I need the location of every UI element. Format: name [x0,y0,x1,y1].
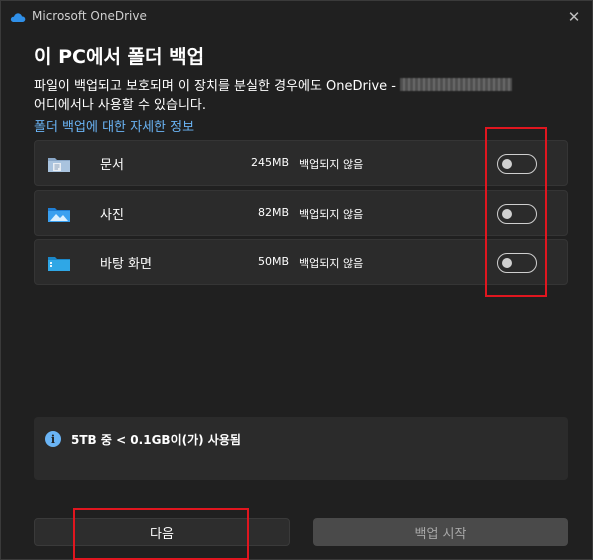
folder-row-documents: 문서 245MB 백업되지 않음 [34,140,568,186]
learn-more-link[interactable]: 폴더 백업에 대한 자세한 정보 [34,116,194,135]
toggle-knob [502,159,512,169]
description-line-1: 파일이 백업되고 보호되며 이 장치를 분실한 경우에도 OneDrive - [34,79,401,94]
next-button[interactable]: 다음 [34,518,290,546]
folder-size: 245MB [250,156,289,169]
description: 파일이 백업되고 보호되며 이 장치를 분실한 경우에도 OneDrive - … [34,77,564,115]
folder-status: 백업되지 않음 [299,257,364,270]
folder-name: 문서 [100,158,124,173]
folder-status: 백업되지 않음 [299,158,364,171]
redacted-account-name [400,78,513,91]
folder-row-desktop: 바탕 화면 50MB 백업되지 않음 [34,239,568,285]
storage-usage-text: 5TB 중 < 0.1GB이(가) 사용됨 [71,433,241,447]
toggle-knob [502,209,512,219]
desktop-folder-icon [48,257,70,271]
documents-folder-icon [48,158,70,172]
folder-name: 사진 [100,208,124,223]
pictures-folder-icon [48,208,70,222]
folder-row-pictures: 사진 82MB 백업되지 않음 [34,190,568,236]
storage-info-box: i 5TB 중 < 0.1GB이(가) 사용됨 [34,417,568,480]
folder-status: 백업되지 않음 [299,208,364,221]
window-title: Microsoft OneDrive [32,9,147,23]
description-line-2: 어디에서나 사용할 수 있습니다. [34,98,207,113]
backup-toggle-pictures[interactable] [497,204,537,224]
backup-toggle-documents[interactable] [497,154,537,174]
toggle-knob [502,258,512,268]
info-icon: i [45,431,61,447]
onedrive-window: Microsoft OneDrive ✕ 이 PC에서 폴더 백업 파일이 백업… [0,0,593,560]
close-icon: ✕ [567,8,581,26]
title-bar: Microsoft OneDrive ✕ [1,1,592,33]
start-backup-button[interactable]: 백업 시작 [313,518,568,546]
folder-size: 50MB [257,255,289,268]
close-button[interactable]: ✕ [562,5,586,29]
onedrive-cloud-icon [10,13,26,22]
folder-name: 바탕 화면 [100,257,152,272]
folder-size: 82MB [257,206,289,219]
backup-toggle-desktop[interactable] [497,253,537,273]
page-title: 이 PC에서 폴더 백업 [34,46,205,68]
